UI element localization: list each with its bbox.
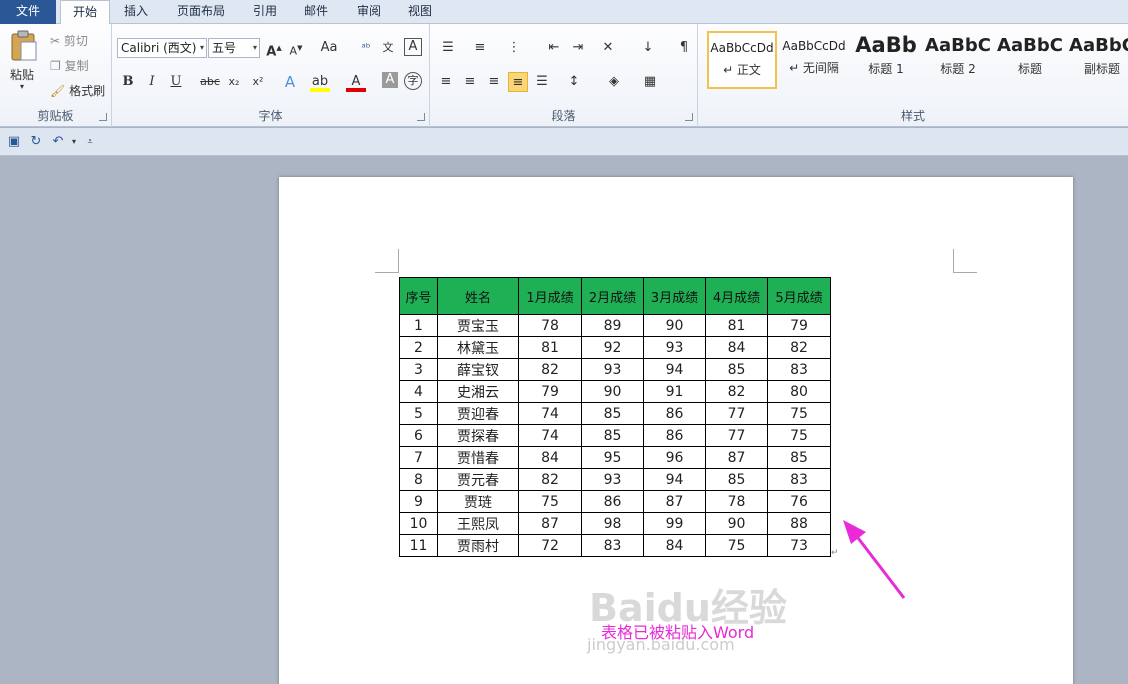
font-name-value: Calibri (西文) bbox=[121, 41, 197, 55]
font-name-combo[interactable]: Calibri (西文) ▾ bbox=[117, 38, 207, 58]
copy-icon: ❐ bbox=[50, 59, 61, 73]
numbering-icon[interactable]: ≡ bbox=[470, 38, 490, 58]
grow-font-icon[interactable]: A▲ bbox=[264, 38, 284, 59]
tab-home[interactable]: 开始 bbox=[60, 0, 110, 25]
style-heading-1[interactable]: AaBb 标题 1 bbox=[851, 31, 921, 89]
tab-references[interactable]: 引用 bbox=[242, 0, 288, 24]
superscript-button[interactable]: x² bbox=[248, 72, 268, 92]
watermark-url: jingyan.baidu.com bbox=[587, 635, 735, 654]
distributed-icon[interactable]: ☰ bbox=[532, 72, 552, 92]
paragraph-dialog-launcher-icon[interactable] bbox=[685, 113, 693, 121]
style-name: ↵ 正文 bbox=[723, 63, 761, 77]
quick-access-toolbar: ▣ ↻ ↶ ▾ ⩡ bbox=[0, 128, 1128, 156]
phonetic-guide-icon[interactable]: 文 bbox=[378, 38, 398, 58]
redo-icon[interactable]: ↻ bbox=[26, 132, 46, 152]
multilevel-list-icon[interactable]: ⋮ bbox=[504, 38, 524, 58]
annotation-arrow-icon bbox=[843, 520, 906, 599]
style-name: 标题 bbox=[1017, 62, 1042, 76]
style-sample: AaBb bbox=[855, 33, 917, 57]
bullets-icon[interactable]: ☰ bbox=[438, 38, 458, 58]
cut-button[interactable]: ✂ 剪切 bbox=[50, 32, 88, 49]
line-spacing-icon[interactable]: ↕ bbox=[564, 72, 584, 92]
cut-label: 剪切 bbox=[63, 34, 88, 48]
align-center-icon[interactable]: ≡ bbox=[460, 72, 480, 92]
save-icon[interactable]: ▣ bbox=[4, 132, 24, 152]
format-painter-icon: 🖌 bbox=[50, 84, 66, 98]
decrease-indent-icon[interactable]: ⇤ bbox=[544, 38, 564, 58]
clipboard-group: 粘贴 ▾ ✂ 剪切 ❐ 复制 🖌 格式刷 剪贴板 bbox=[0, 24, 112, 127]
style-heading-2[interactable]: AaBbC 标题 2 bbox=[923, 31, 993, 89]
paragraph-group: ☰ ≡ ⋮ ⇤ ⇥ ✕ ↓ ¶ ≡ ≡ ≡ ≡ ☰ ↕ ◈ ▦ 段落 bbox=[430, 24, 698, 127]
style-name: 副标题 bbox=[1083, 62, 1120, 76]
style-sample: AaBbCcDd bbox=[782, 39, 846, 53]
tab-file[interactable]: 文件 bbox=[0, 0, 56, 24]
style-sample: AaBbC bbox=[1069, 35, 1128, 56]
style-title[interactable]: AaBbC 标题 bbox=[995, 31, 1065, 89]
paste-dropdown-icon[interactable]: ▾ bbox=[20, 82, 24, 91]
style-no-spacing[interactable]: AaBbCcDd ↵ 无间隔 bbox=[779, 31, 849, 89]
bold-button[interactable]: B bbox=[118, 72, 138, 92]
font-color-icon[interactable]: A bbox=[346, 72, 366, 92]
tab-page-layout[interactable]: 页面布局 bbox=[164, 0, 238, 24]
enclose-characters-icon[interactable]: 字 bbox=[404, 72, 422, 90]
tab-review[interactable]: 审阅 bbox=[344, 0, 394, 24]
align-right-icon[interactable]: ≡ bbox=[484, 72, 504, 92]
character-shading-icon[interactable]: A bbox=[382, 72, 398, 88]
shrink-font-icon[interactable]: A▼ bbox=[286, 38, 306, 58]
copy-button[interactable]: ❐ 复制 bbox=[50, 57, 89, 74]
style-name: 标题 1 bbox=[868, 62, 904, 76]
highlight-icon[interactable]: ab bbox=[310, 72, 330, 92]
font-size-combo[interactable]: 五号 ▾ bbox=[208, 38, 260, 58]
paste-label: 粘贴 bbox=[10, 68, 35, 82]
font-group: Calibri (西文) ▾ 五号 ▾ A▲ A▼ Aa ᵃᵇ 文 A B I … bbox=[112, 24, 430, 127]
style-sample: AaBbC bbox=[925, 35, 991, 56]
shading-icon[interactable]: ◈ bbox=[604, 72, 624, 92]
text-effects-icon[interactable]: A bbox=[280, 72, 300, 92]
clipboard-dialog-launcher-icon[interactable] bbox=[99, 113, 107, 121]
italic-button[interactable]: I bbox=[142, 72, 162, 92]
style-name: 标题 2 bbox=[940, 62, 976, 76]
tab-insert[interactable]: 插入 bbox=[112, 0, 160, 24]
borders-icon[interactable]: ▦ bbox=[640, 72, 660, 92]
style-sample: AaBbCcDd bbox=[710, 41, 774, 55]
chinese-layout-icon[interactable]: ✕ bbox=[598, 38, 618, 58]
format-painter-button[interactable]: 🖌 格式刷 bbox=[50, 82, 105, 99]
justify-icon[interactable]: ≡ bbox=[508, 72, 528, 92]
tab-view[interactable]: 视图 bbox=[396, 0, 444, 24]
chevron-down-icon: ▾ bbox=[252, 43, 257, 52]
font-size-value: 五号 bbox=[212, 41, 237, 55]
align-left-icon[interactable]: ≡ bbox=[436, 72, 456, 92]
customize-toolbar-icon[interactable]: ⩡ bbox=[80, 132, 100, 152]
scissors-icon: ✂ bbox=[50, 34, 61, 48]
ribbon: 粘贴 ▾ ✂ 剪切 ❐ 复制 🖌 格式刷 剪贴板 Calibri (西文) ▾ … bbox=[0, 24, 1128, 127]
clear-format-icon[interactable]: ᵃᵇ bbox=[356, 38, 376, 58]
show-marks-icon[interactable]: ¶ bbox=[674, 38, 694, 58]
style-sample: AaBbC bbox=[997, 35, 1063, 56]
strikethrough-button[interactable]: abc bbox=[198, 72, 222, 92]
font-dialog-launcher-icon[interactable] bbox=[417, 113, 425, 121]
paste-button[interactable]: 粘贴 ▾ bbox=[6, 28, 42, 94]
paragraph-group-label: 段落 bbox=[551, 109, 576, 123]
subscript-button[interactable]: x₂ bbox=[224, 72, 244, 92]
sort-icon[interactable]: ↓ bbox=[638, 38, 658, 58]
ribbon-tab-bar: 文件 开始 插入 页面布局 引用 邮件 审阅 视图 bbox=[0, 0, 1128, 25]
font-group-label: 字体 bbox=[258, 109, 283, 123]
increase-indent-icon[interactable]: ⇥ bbox=[568, 38, 588, 58]
style-normal[interactable]: AaBbCcDd ↵ 正文 bbox=[707, 31, 777, 89]
format-painter-label: 格式刷 bbox=[69, 84, 106, 98]
paste-icon bbox=[11, 30, 37, 61]
character-border-icon[interactable]: A bbox=[404, 38, 422, 56]
style-name: ↵ 无间隔 bbox=[789, 61, 839, 75]
change-case-label: Aa bbox=[320, 40, 338, 55]
change-case-button[interactable]: Aa bbox=[316, 38, 342, 58]
clipboard-group-label: 剪贴板 bbox=[37, 109, 74, 123]
underline-button[interactable]: U bbox=[166, 72, 186, 92]
style-subtitle[interactable]: AaBbC 副标题 bbox=[1067, 31, 1128, 89]
styles-gallery: AaBbCcDd ↵ 正文 AaBbCcDd ↵ 无间隔 AaBb 标题 1 A… bbox=[705, 30, 1128, 112]
chevron-down-icon: ▾ bbox=[199, 43, 204, 52]
tab-mailings[interactable]: 邮件 bbox=[292, 0, 340, 24]
document-workspace: 序号 姓名 1月成绩 2月成绩 3月成绩 4月成绩 5月成绩 1 贾宝玉 78 89 9… bbox=[0, 157, 1128, 684]
copy-label: 复制 bbox=[64, 59, 89, 73]
